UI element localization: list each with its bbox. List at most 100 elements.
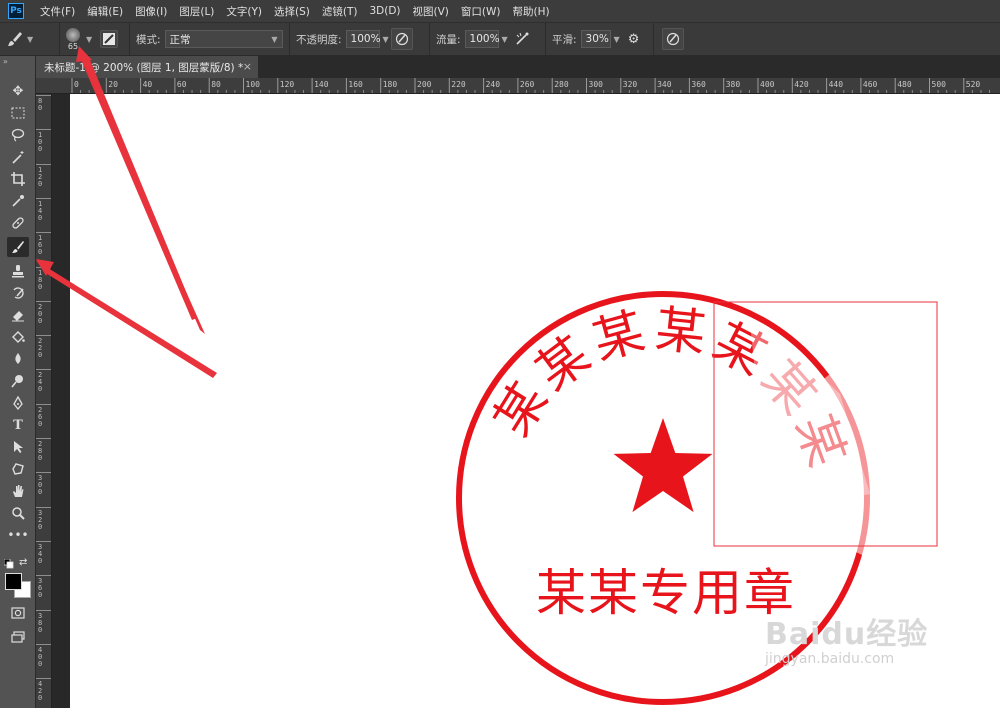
menu-window[interactable]: 窗口(W) [455, 4, 507, 19]
opacity-dropdown[interactable]: ▼ [383, 35, 389, 44]
pressure-opacity-button[interactable] [390, 28, 413, 50]
ruler-major-tick [36, 438, 51, 439]
collapse-panel-icon[interactable]: » [3, 57, 8, 66]
gear-icon[interactable]: ⚙ [628, 32, 640, 47]
zoom-tool-icon[interactable] [7, 503, 29, 523]
ruler-tick-label: 400 [38, 645, 43, 668]
default-colors-icon[interactable] [3, 558, 14, 569]
pressure-size-icon [666, 32, 680, 46]
document-canvas[interactable]: 某某某某某某某 某某专用章 Baidu经验 jingyan.baidu.com [70, 94, 1000, 708]
pen-tool-icon[interactable] [7, 393, 29, 413]
brush-settings-toggle[interactable] [100, 30, 119, 48]
document-tab-bar: 未标题-1 @ 200% (图层 1, 图层蒙版/8) * × [36, 56, 1000, 78]
stamp-bottom-text: 某某专用章 [536, 564, 796, 622]
lasso-tool-icon[interactable] [7, 125, 29, 145]
star-icon [613, 418, 713, 513]
close-icon[interactable]: × [243, 60, 252, 73]
brush-preset-picker[interactable]: 65 [66, 27, 80, 51]
ruler-tick-label: 460 [863, 80, 878, 89]
marquee-tool-icon[interactable] [7, 103, 29, 123]
paint-bucket-tool-icon[interactable] [7, 327, 29, 347]
clone-stamp-tool-icon[interactable] [7, 261, 29, 281]
brush-size-label: 65 [67, 41, 79, 51]
ruler-tick-label: 520 [966, 80, 981, 89]
menu-bar: Ps 文件(F) 编辑(E) 图像(I) 图层(L) 文字(Y) 选择(S) 滤… [0, 0, 1000, 22]
dodge-tool-icon[interactable] [7, 371, 29, 391]
ruler-tick-label: 300 [38, 474, 43, 497]
tool-preset-picker[interactable]: ▼ [0, 23, 60, 55]
shape-tool-icon[interactable] [7, 459, 29, 479]
ruler-tick-label: 280 [554, 80, 569, 89]
quick-mask-icon[interactable] [7, 603, 29, 623]
eraser-tool-icon[interactable] [7, 305, 29, 325]
ruler-tick-label: 400 [760, 80, 775, 89]
watermark-brand: Baidu经验 [765, 617, 929, 652]
chevron-down-icon: ▼ [27, 34, 34, 44]
menu-3d[interactable]: 3D(D) [363, 5, 406, 17]
ruler-major-tick [36, 163, 51, 165]
airbrush-icon[interactable] [514, 31, 532, 47]
horizontal-ruler[interactable]: 0 20 40 60 80 100 120 140 160 180 200 220 240 260 280 3… [36, 78, 1000, 94]
screen-mode-icon[interactable] [7, 627, 29, 647]
document-tab[interactable]: 未标题-1 @ 200% (图层 1, 图层蒙版/8) * × [36, 56, 258, 78]
opacity-input[interactable]: 100% [345, 30, 381, 48]
brush-tool-icon[interactable] [7, 237, 29, 257]
move-tool-icon[interactable]: ✥ [7, 81, 29, 101]
menu-type[interactable]: 文字(Y) [220, 4, 268, 19]
ruler-major-tick [36, 540, 51, 542]
menu-view[interactable]: 视图(V) [407, 4, 455, 19]
ruler-tick-label: 420 [38, 680, 43, 703]
ruler-tick-label: 200 [38, 302, 43, 325]
menu-layer[interactable]: 图层(L) [173, 4, 220, 19]
smoothing-input[interactable]: 30% [580, 30, 611, 48]
eyedropper-tool-icon[interactable] [7, 191, 29, 211]
foreground-color-swatch[interactable] [5, 573, 22, 590]
brush-tip-icon [66, 27, 80, 42]
brush-panel-icon [103, 33, 116, 45]
ruler-major-tick [36, 266, 51, 268]
ruler-tick-label: 500 [932, 80, 947, 89]
healing-brush-tool-icon[interactable] [7, 213, 29, 233]
ruler-major-tick [36, 129, 51, 131]
menu-image[interactable]: 图像(I) [129, 4, 173, 19]
stamp-arc-char: 某 [587, 302, 651, 371]
menu-select[interactable]: 选择(S) [268, 4, 316, 19]
smoothing-dropdown[interactable]: ▼ [614, 35, 620, 44]
pressure-size-button[interactable] [662, 28, 684, 50]
baidu-watermark: Baidu经验 jingyan.baidu.com [765, 609, 928, 667]
ruler-tick-label: 380 [726, 80, 741, 89]
blur-tool-icon[interactable] [7, 349, 29, 369]
path-selection-tool-icon[interactable] [7, 437, 29, 457]
flow-dropdown[interactable]: ▼ [502, 35, 508, 44]
swap-colors-icon[interactable]: ⇄ [19, 557, 27, 568]
ruler-tick-label: 220 [38, 337, 43, 360]
ruler-tick-label: 260 [520, 80, 535, 89]
ruler-ticks: 0 20 40 60 80 100 120 140 160 180 200 220 240 260 280 3… [71, 78, 991, 93]
type-tool-icon[interactable]: T [7, 415, 29, 435]
ruler-tick-label: 120 [38, 165, 43, 188]
menu-filter[interactable]: 滤镜(T) [316, 4, 364, 19]
mode-select[interactable]: 正常 ▼ [164, 30, 283, 48]
ruler-major-tick [36, 300, 51, 302]
ruler-tick-label: 360 [691, 80, 706, 89]
pasteboard [52, 94, 70, 708]
ruler-tick-label: 420 [794, 80, 809, 89]
ruler-tick-label: 300 [589, 80, 604, 89]
flow-value: 100% [469, 33, 500, 45]
menu-edit[interactable]: 编辑(E) [81, 4, 129, 19]
chevron-down-icon[interactable]: ▼ [86, 35, 92, 44]
ruler-tick-label: 60 [177, 80, 187, 89]
more-tools-icon[interactable]: ••• [7, 525, 29, 545]
hand-tool-icon[interactable] [7, 481, 29, 501]
vertical-ruler[interactable]: 80 100 120 140 160 180 200 220 240 260 280 300 320 34… [36, 94, 52, 708]
history-brush-tool-icon[interactable] [7, 283, 29, 303]
ruler-tick-label: 320 [623, 80, 638, 89]
ruler-tick-label: 80 [211, 80, 221, 89]
menu-help[interactable]: 帮助(H) [507, 4, 556, 19]
menu-file[interactable]: 文件(F) [34, 4, 81, 19]
ruler-tick-label: 160 [38, 234, 43, 257]
crop-tool-icon[interactable] [7, 169, 29, 189]
flow-input[interactable]: 100% [464, 30, 500, 48]
magic-wand-tool-icon[interactable] [7, 147, 29, 167]
ruler-tick-label: 140 [314, 80, 329, 89]
